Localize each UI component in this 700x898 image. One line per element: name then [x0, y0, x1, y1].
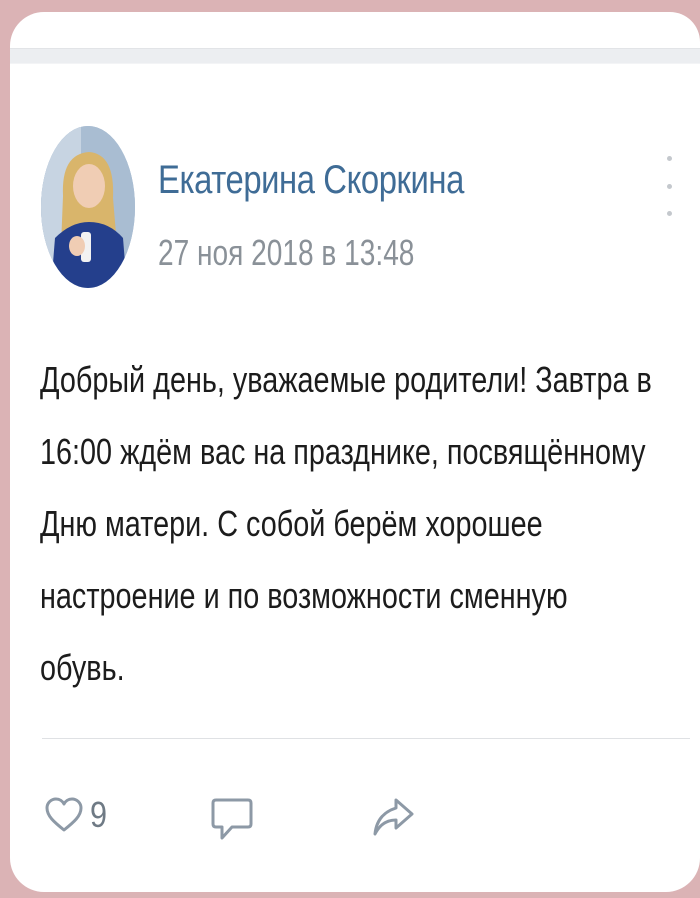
- menu-dot: [666, 183, 672, 189]
- post-text-line: Добрый день, уважаемые родители! Завтра …: [40, 359, 652, 400]
- like-count: 9: [90, 794, 108, 835]
- more-vertical-icon[interactable]: [662, 156, 676, 216]
- post-text-line: 16:00 ждём вас на празднике, посвящённом…: [40, 431, 646, 472]
- divider: [42, 738, 690, 739]
- heart-outline-icon[interactable]: [44, 796, 84, 834]
- top-strip: [10, 48, 700, 64]
- comment-bubble-icon[interactable]: [210, 796, 254, 842]
- post-actions: 9: [10, 792, 700, 852]
- post-text-line: обувь.: [40, 647, 125, 688]
- avatar[interactable]: [41, 126, 135, 288]
- post-text-line: настроение и по возможности сменную: [40, 575, 568, 616]
- post-text-line: Дню матери. С собой берём хорошее: [40, 503, 543, 544]
- post-text: Добрый день, уважаемые родители! Завтра …: [40, 344, 672, 704]
- author-name[interactable]: Екатерина Скоркина: [158, 158, 464, 203]
- share-arrow-icon[interactable]: [370, 794, 416, 840]
- post-card: Екатерина Скоркина 27 ноя 2018 в 13:48 Д…: [10, 12, 700, 892]
- avatar-photo: [41, 126, 135, 288]
- menu-dot: [666, 156, 672, 161]
- menu-dot: [666, 211, 672, 216]
- post-date[interactable]: 27 ноя 2018 в 13:48: [158, 232, 414, 274]
